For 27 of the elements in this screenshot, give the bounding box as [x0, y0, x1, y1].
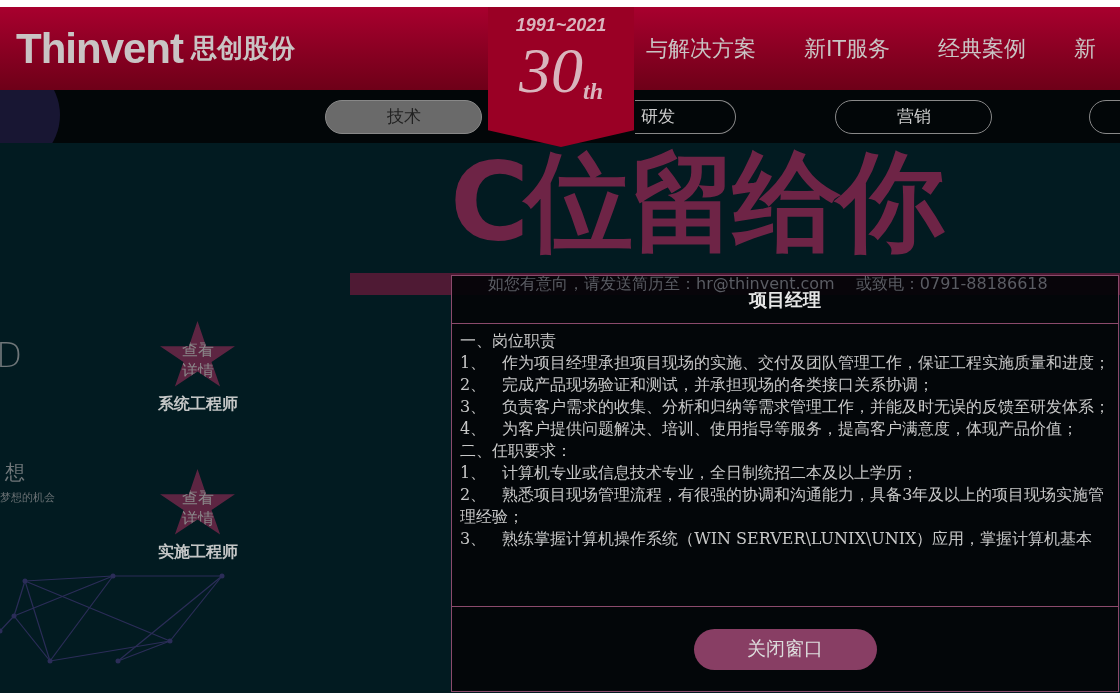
- description-text: 二、任职要求：: [460, 440, 573, 462]
- nav-link[interactable]: 新: [1073, 33, 1096, 64]
- description-text: 3、 负责客户需求的收集、分析和归纳等需求管理工作，并能及时无误的反馈至研发体系；: [460, 396, 1112, 418]
- description-text: 2、 熟悉项目现场管理流程，有很强的协调和沟通能力，具备3年及以上的项目现场实施管理经验；: [460, 484, 1106, 528]
- description-text: 2、 完成产品现场验证和测试，并承担现场的各类接口关系协调；: [460, 374, 936, 396]
- description-text: 1、 作为项目经理承担项目现场的实施、交付及团队管理工作，保证工程实施质量和进度；: [460, 352, 1112, 374]
- tab[interactable]: 技术: [325, 99, 482, 134]
- tagline-text: 梦想的机会: [0, 490, 56, 505]
- logo-text[interactable]: Thinvent: [16, 24, 183, 73]
- description-text: 3、 熟练掌握计算机操作系统（WIN SERVER\LUNIX\UNIX）应用，掌握计算机基本: [460, 528, 1094, 550]
- headline-text: C位留给你: [450, 143, 943, 261]
- close-button[interactable]: 关闭窗口: [693, 628, 877, 670]
- logo-subtext[interactable]: 思创股份: [191, 31, 295, 66]
- nav-link[interactable]: 与解决方案: [646, 33, 756, 64]
- badge-number: 30: [519, 36, 583, 106]
- badge-suffix: th: [583, 78, 603, 106]
- nav-link[interactable]: 新IT服务: [804, 33, 890, 64]
- description-text: 4、 为客户提供问题解决、培训、使用指导等服务，提高客户满意度，体现产品价值；: [460, 418, 1080, 440]
- contact-text: 如您有意向，请发送简历至：hr@thinvent.com 或致电：0791-88186618: [488, 273, 1048, 293]
- badge-years: 1991~2021: [515, 15, 607, 36]
- description-text: 一、岗位职责: [460, 330, 557, 352]
- decorative-text: 想: [5, 459, 26, 486]
- description-text: 1、 计算机专业或信息技术专业，全日制统招二本及以上学历；: [460, 462, 920, 484]
- job-title[interactable]: 系统工程师: [157, 393, 238, 414]
- job-title[interactable]: 实施工程师: [157, 541, 238, 562]
- decorative-letter: D: [0, 334, 24, 377]
- nav-link[interactable]: 经典案例: [937, 33, 1026, 64]
